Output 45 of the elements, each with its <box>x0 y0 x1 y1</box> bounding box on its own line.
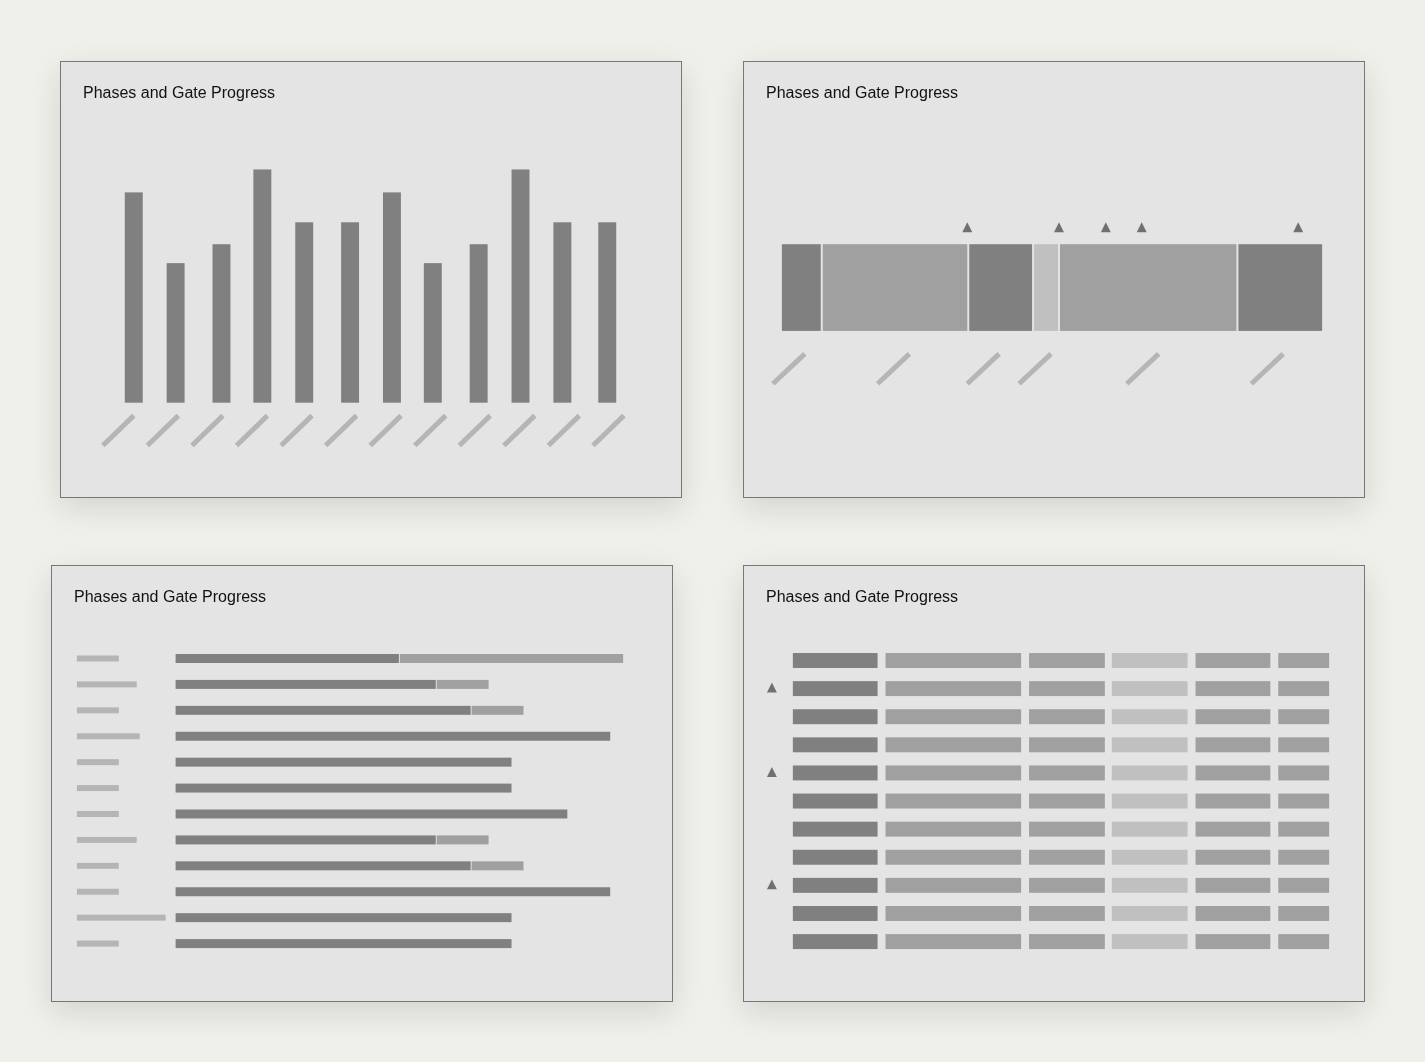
card-title: Phases and Gate Progress <box>73 587 268 607</box>
card-title: Phases and Gate Progress <box>82 83 277 103</box>
row-label-placeholder <box>76 681 137 688</box>
triangle-marker <box>1100 222 1111 233</box>
row-label-placeholder <box>76 811 119 817</box>
row-label-placeholder <box>76 862 119 869</box>
axis-label-placeholder <box>234 413 270 448</box>
triangle-marker <box>766 682 777 693</box>
triangle-marker <box>766 766 777 777</box>
axis-label-placeholder <box>965 352 1001 386</box>
row-label-placeholder <box>76 759 119 766</box>
axis-label-placeholder <box>323 413 359 448</box>
chart-bar-extension <box>471 861 524 871</box>
row-label-placeholder <box>76 940 119 947</box>
axis-label-placeholder <box>502 413 537 448</box>
axis-label-placeholder <box>413 413 448 448</box>
row-label-placeholder <box>76 836 137 843</box>
axis-label-placeholder <box>546 413 582 448</box>
row-label-placeholder <box>76 888 119 895</box>
axis-label-placeholder <box>1249 352 1285 386</box>
chart-bar-extension <box>436 835 489 845</box>
triangle-marker <box>962 222 973 233</box>
row-label-placeholder <box>76 785 119 792</box>
axis-label-placeholder <box>771 352 807 386</box>
axis-label-placeholder <box>190 413 225 448</box>
triangle-marker <box>766 879 777 890</box>
axis-label-placeholder <box>279 413 314 448</box>
axis-label-placeholder <box>1017 352 1053 386</box>
triangle-marker <box>1136 222 1147 233</box>
row-label-placeholder <box>76 733 140 740</box>
axis-label-placeholder <box>1125 352 1161 386</box>
row-label-placeholder <box>76 707 119 714</box>
chart-bar-extension <box>471 705 524 715</box>
axis-label-placeholder <box>101 413 136 448</box>
axis-label-placeholder <box>368 413 403 448</box>
axis-label-placeholder <box>457 413 492 448</box>
axis-label-placeholder <box>145 413 181 448</box>
row-label-placeholder <box>76 655 119 662</box>
chart-bar-extension <box>436 679 489 689</box>
card-title: Phases and Gate Progress <box>765 587 960 607</box>
triangle-marker <box>1054 222 1064 233</box>
axis-label-placeholder <box>591 413 626 448</box>
axis-label-placeholder <box>875 352 912 386</box>
triangle-marker <box>1293 222 1304 233</box>
card-title: Phases and Gate Progress <box>765 83 960 103</box>
